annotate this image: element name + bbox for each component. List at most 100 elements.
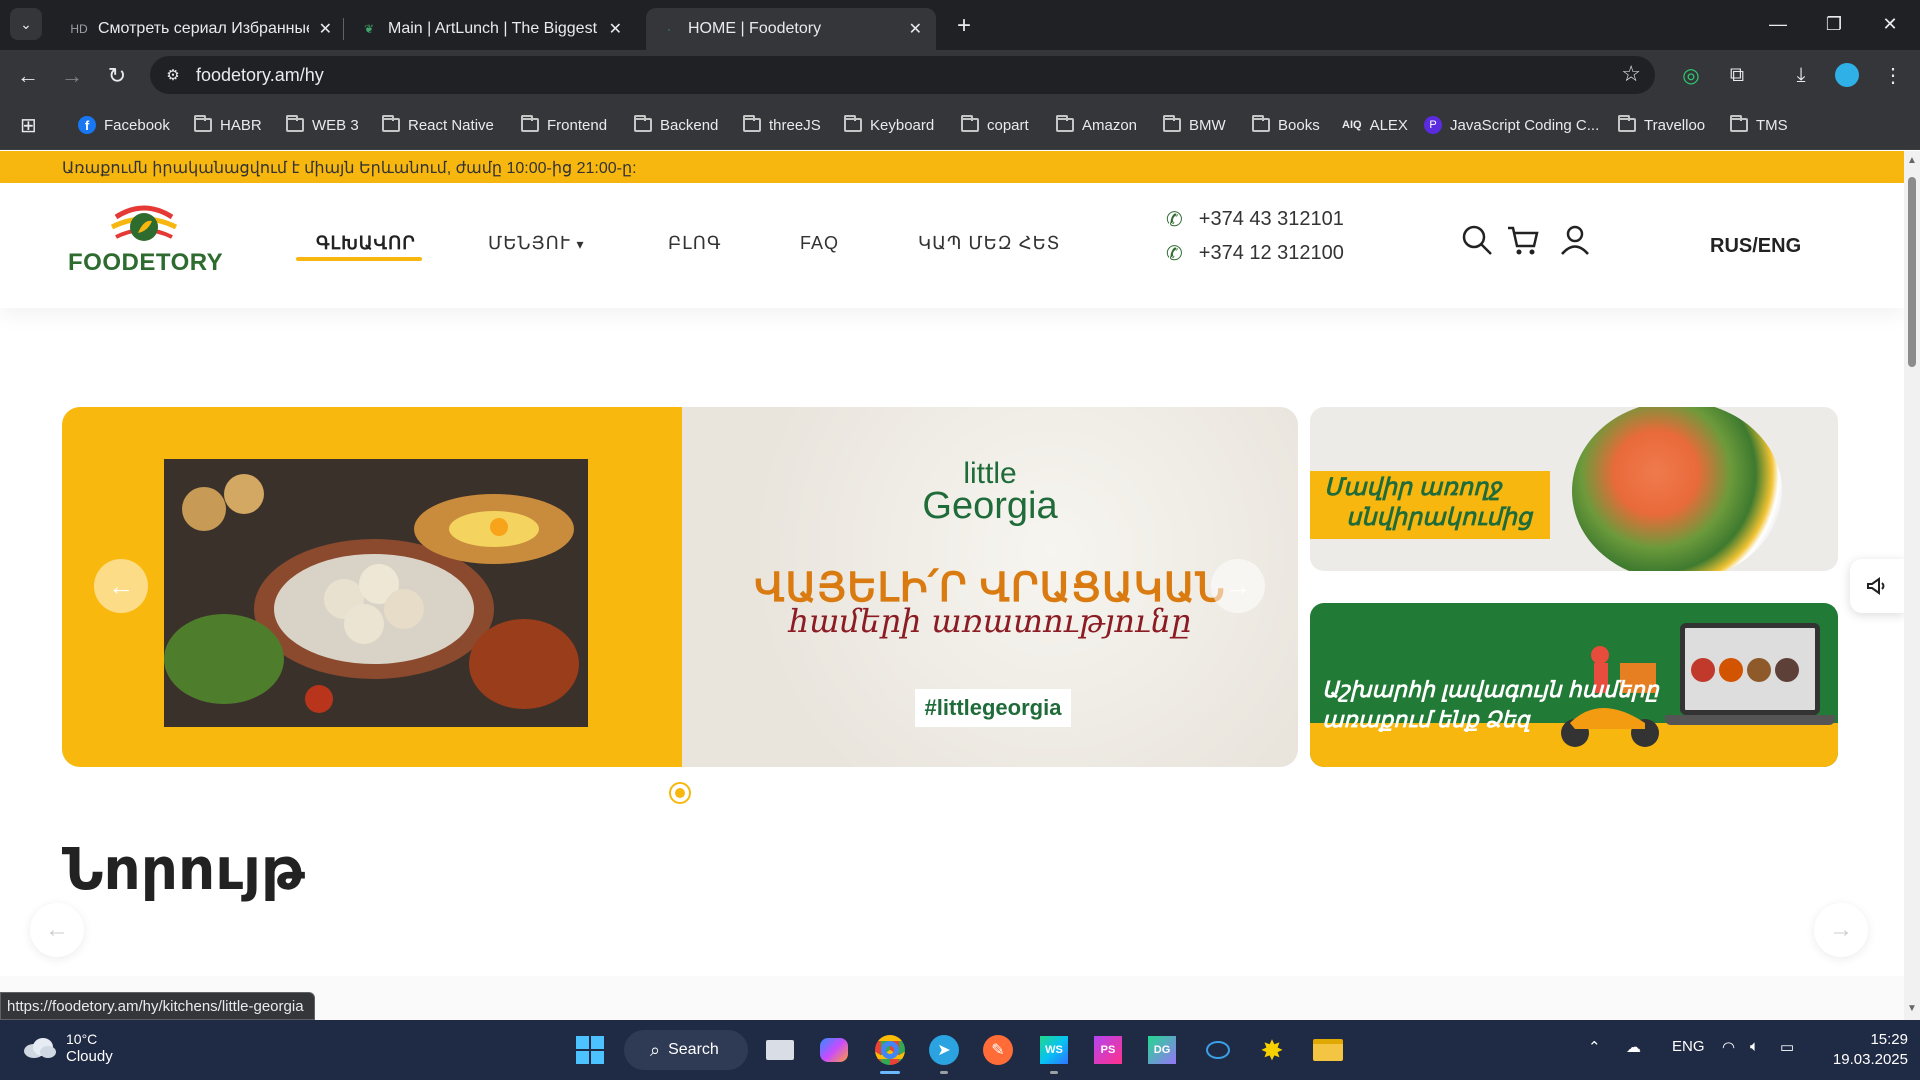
phpstorm-icon[interactable]: PS [1090,1032,1126,1068]
page-scrollbar[interactable]: ▲ ▼ [1904,151,1920,1020]
close-window-button[interactable]: ✕ [1870,6,1910,42]
reload-button[interactable]: ↻ [101,60,133,92]
wifi-icon[interactable]: ◠ [1722,1038,1735,1056]
bookmark-bmw[interactable]: BMW [1163,114,1226,136]
reload-icon: ↻ [107,63,127,88]
bookmark-star-icon[interactable]: ☆ [1621,61,1641,87]
close-icon[interactable]: ✕ [609,19,622,39]
js-icon: P [1424,116,1442,134]
input-language[interactable]: ENG [1672,1038,1705,1055]
tray-chevron-up-icon[interactable]: ⌃ [1588,1038,1601,1056]
banner-text-line: առաքում ենք Ձեզ [1322,707,1530,732]
bookmark-threejs[interactable]: threeJS [743,114,821,136]
apps-grid-icon[interactable]: ⊞ [20,114,37,137]
app-icon[interactable] [1200,1032,1236,1068]
weather-condition: Cloudy [66,1048,113,1065]
close-icon[interactable]: ✕ [319,19,332,39]
phone-1[interactable]: ✆ +374 43 312101 [1166,207,1344,232]
banner-delivery[interactable]: Աշխարհի լավագույն համերը առաքում ենք Ձեզ [1310,603,1838,767]
extension-icon[interactable]: ◎ [1676,60,1706,90]
copilot-icon[interactable] [816,1032,852,1068]
tab-3-active[interactable]: · HOME | Foodetory ✕ [646,8,936,50]
bookmark-facebook[interactable]: f Facebook [78,114,170,136]
weather-widget[interactable]: 10°C Cloudy [22,1030,113,1066]
close-icon[interactable]: ✕ [909,19,922,39]
scroll-up-icon[interactable]: ▲ [1907,155,1917,166]
scrollbar-thumb[interactable] [1908,177,1916,367]
bookmark-alex[interactable]: AIQ ALEX [1342,114,1408,136]
tab-search-button[interactable]: ⌄ [10,8,42,40]
banner-delivery-text: Աշխարհի լավագույն համերը առաքում ենք Ձեզ [1322,675,1659,735]
slider-dot-active[interactable] [669,782,691,804]
bookmark-books[interactable]: Books [1252,114,1320,136]
scroll-down-icon[interactable]: ▼ [1907,1003,1917,1014]
slider-next-button[interactable]: → [1211,559,1265,613]
slider-prev-button[interactable]: ← [94,559,148,613]
close-icon: ✕ [1882,13,1898,34]
file-explorer-icon[interactable] [1310,1032,1346,1068]
hero-slider[interactable]: little Georgia ՎԱՅԵԼԻ՛Ր ՎՐԱՑԱԿԱՆ համերի … [62,407,1298,767]
bookmark-tms[interactable]: TMS [1730,114,1788,136]
webstorm-icon[interactable]: WS [1036,1032,1072,1068]
nav-home[interactable]: ԳԼԽԱՎՈՐ [316,233,416,254]
language-switch[interactable]: RUS/ENG [1710,235,1801,258]
bookmark-label: copart [987,116,1029,134]
minimize-icon: — [1769,13,1787,34]
bookmark-travelloo[interactable]: Travelloo [1618,114,1705,136]
browser-toolbar: ← → ↻ ⚙ foodetory.am/hy ☆ ◎ ⧉ ⤓ ⋮ [0,50,1920,100]
telegram-icon[interactable]: ➤ [926,1032,962,1068]
banner-healthy[interactable]: Մավիր առողջ սնվիրակումից [1310,407,1838,571]
site-logo[interactable]: FOODETORY [68,205,223,285]
new-tab-button[interactable]: + [950,12,978,40]
page-viewport: Առաքումն իրականացվում է միայն Երևանում, … [0,151,1904,1020]
extensions-puzzle-icon[interactable]: ⧉ [1722,60,1752,90]
back-button[interactable]: ← [12,60,44,92]
nav-contact[interactable]: ԿԱՊ ՄԵԶ ՀԵՏ [918,233,1060,254]
menu-kebab-icon[interactable]: ⋮ [1878,60,1908,90]
phone-2[interactable]: ✆ +374 12 312100 [1166,241,1344,266]
tab-1[interactable]: HD Смотреть сериал Избранные с ✕ [56,8,346,50]
bookmark-frontend[interactable]: Frontend [521,114,607,136]
download-icon[interactable]: ⤓ [1786,60,1816,90]
bookmark-javascript[interactable]: P JavaScript Coding C... [1424,114,1599,136]
taskbar-search[interactable]: ⌕ Search [624,1030,748,1070]
search-icon[interactable] [1460,223,1494,257]
restore-button[interactable]: ❐ [1814,6,1854,42]
user-icon[interactable] [1558,223,1592,257]
bookmark-keyboard[interactable]: Keyboard [844,114,934,136]
system-clock[interactable]: 15:29 19.03.2025 [1820,1030,1908,1070]
brand-big-text: Georgia [922,485,1058,527]
battery-icon[interactable]: ▭ [1780,1038,1794,1056]
bookmark-react-native[interactable]: React Native [382,114,494,136]
bookmark-copart[interactable]: copart [961,114,1029,136]
bookmark-web3[interactable]: WEB 3 [286,114,359,136]
address-bar[interactable]: ⚙ foodetory.am/hy ☆ [150,56,1655,94]
nav-menu[interactable]: ՄԵՆՅՈՒ ▾ [488,233,585,254]
carousel-prev-button[interactable]: ← [30,903,84,957]
minimize-button[interactable]: — [1758,6,1798,42]
forward-button[interactable]: → [56,60,88,92]
volume-icon[interactable]: 🔈︎ [1750,1038,1759,1055]
chrome-icon[interactable] [872,1032,908,1068]
datagrip-icon[interactable]: DG [1144,1032,1180,1068]
task-view-icon[interactable] [762,1032,798,1068]
carousel-next-button[interactable]: → [1814,903,1868,957]
arrow-right-icon: → [1829,916,1853,943]
profile-avatar[interactable] [1832,60,1862,90]
food-photo [164,459,588,727]
postman-icon[interactable]: ✎ [980,1032,1016,1068]
site-settings-icon[interactable]: ⚙ [162,64,184,86]
laptop-base [1665,715,1835,725]
cart-icon[interactable] [1506,223,1540,257]
nav-faq[interactable]: FAQ [800,233,839,254]
bookmark-amazon[interactable]: Amazon [1056,114,1137,136]
announcement-widget-button[interactable] [1850,559,1904,613]
start-button[interactable] [572,1032,608,1068]
tab-2[interactable]: ❦ Main | ArtLunch | The Biggest C ✕ [346,8,636,50]
bookmark-backend[interactable]: Backend [634,114,718,136]
nav-blog[interactable]: ԲԼՈԳ [668,233,722,254]
onedrive-cloud-icon[interactable]: ☁ [1626,1038,1641,1056]
bookmark-habr[interactable]: HABR [194,114,262,136]
burst-app-icon[interactable]: ✸ [1254,1032,1290,1068]
slide-yellow-panel [62,407,682,767]
